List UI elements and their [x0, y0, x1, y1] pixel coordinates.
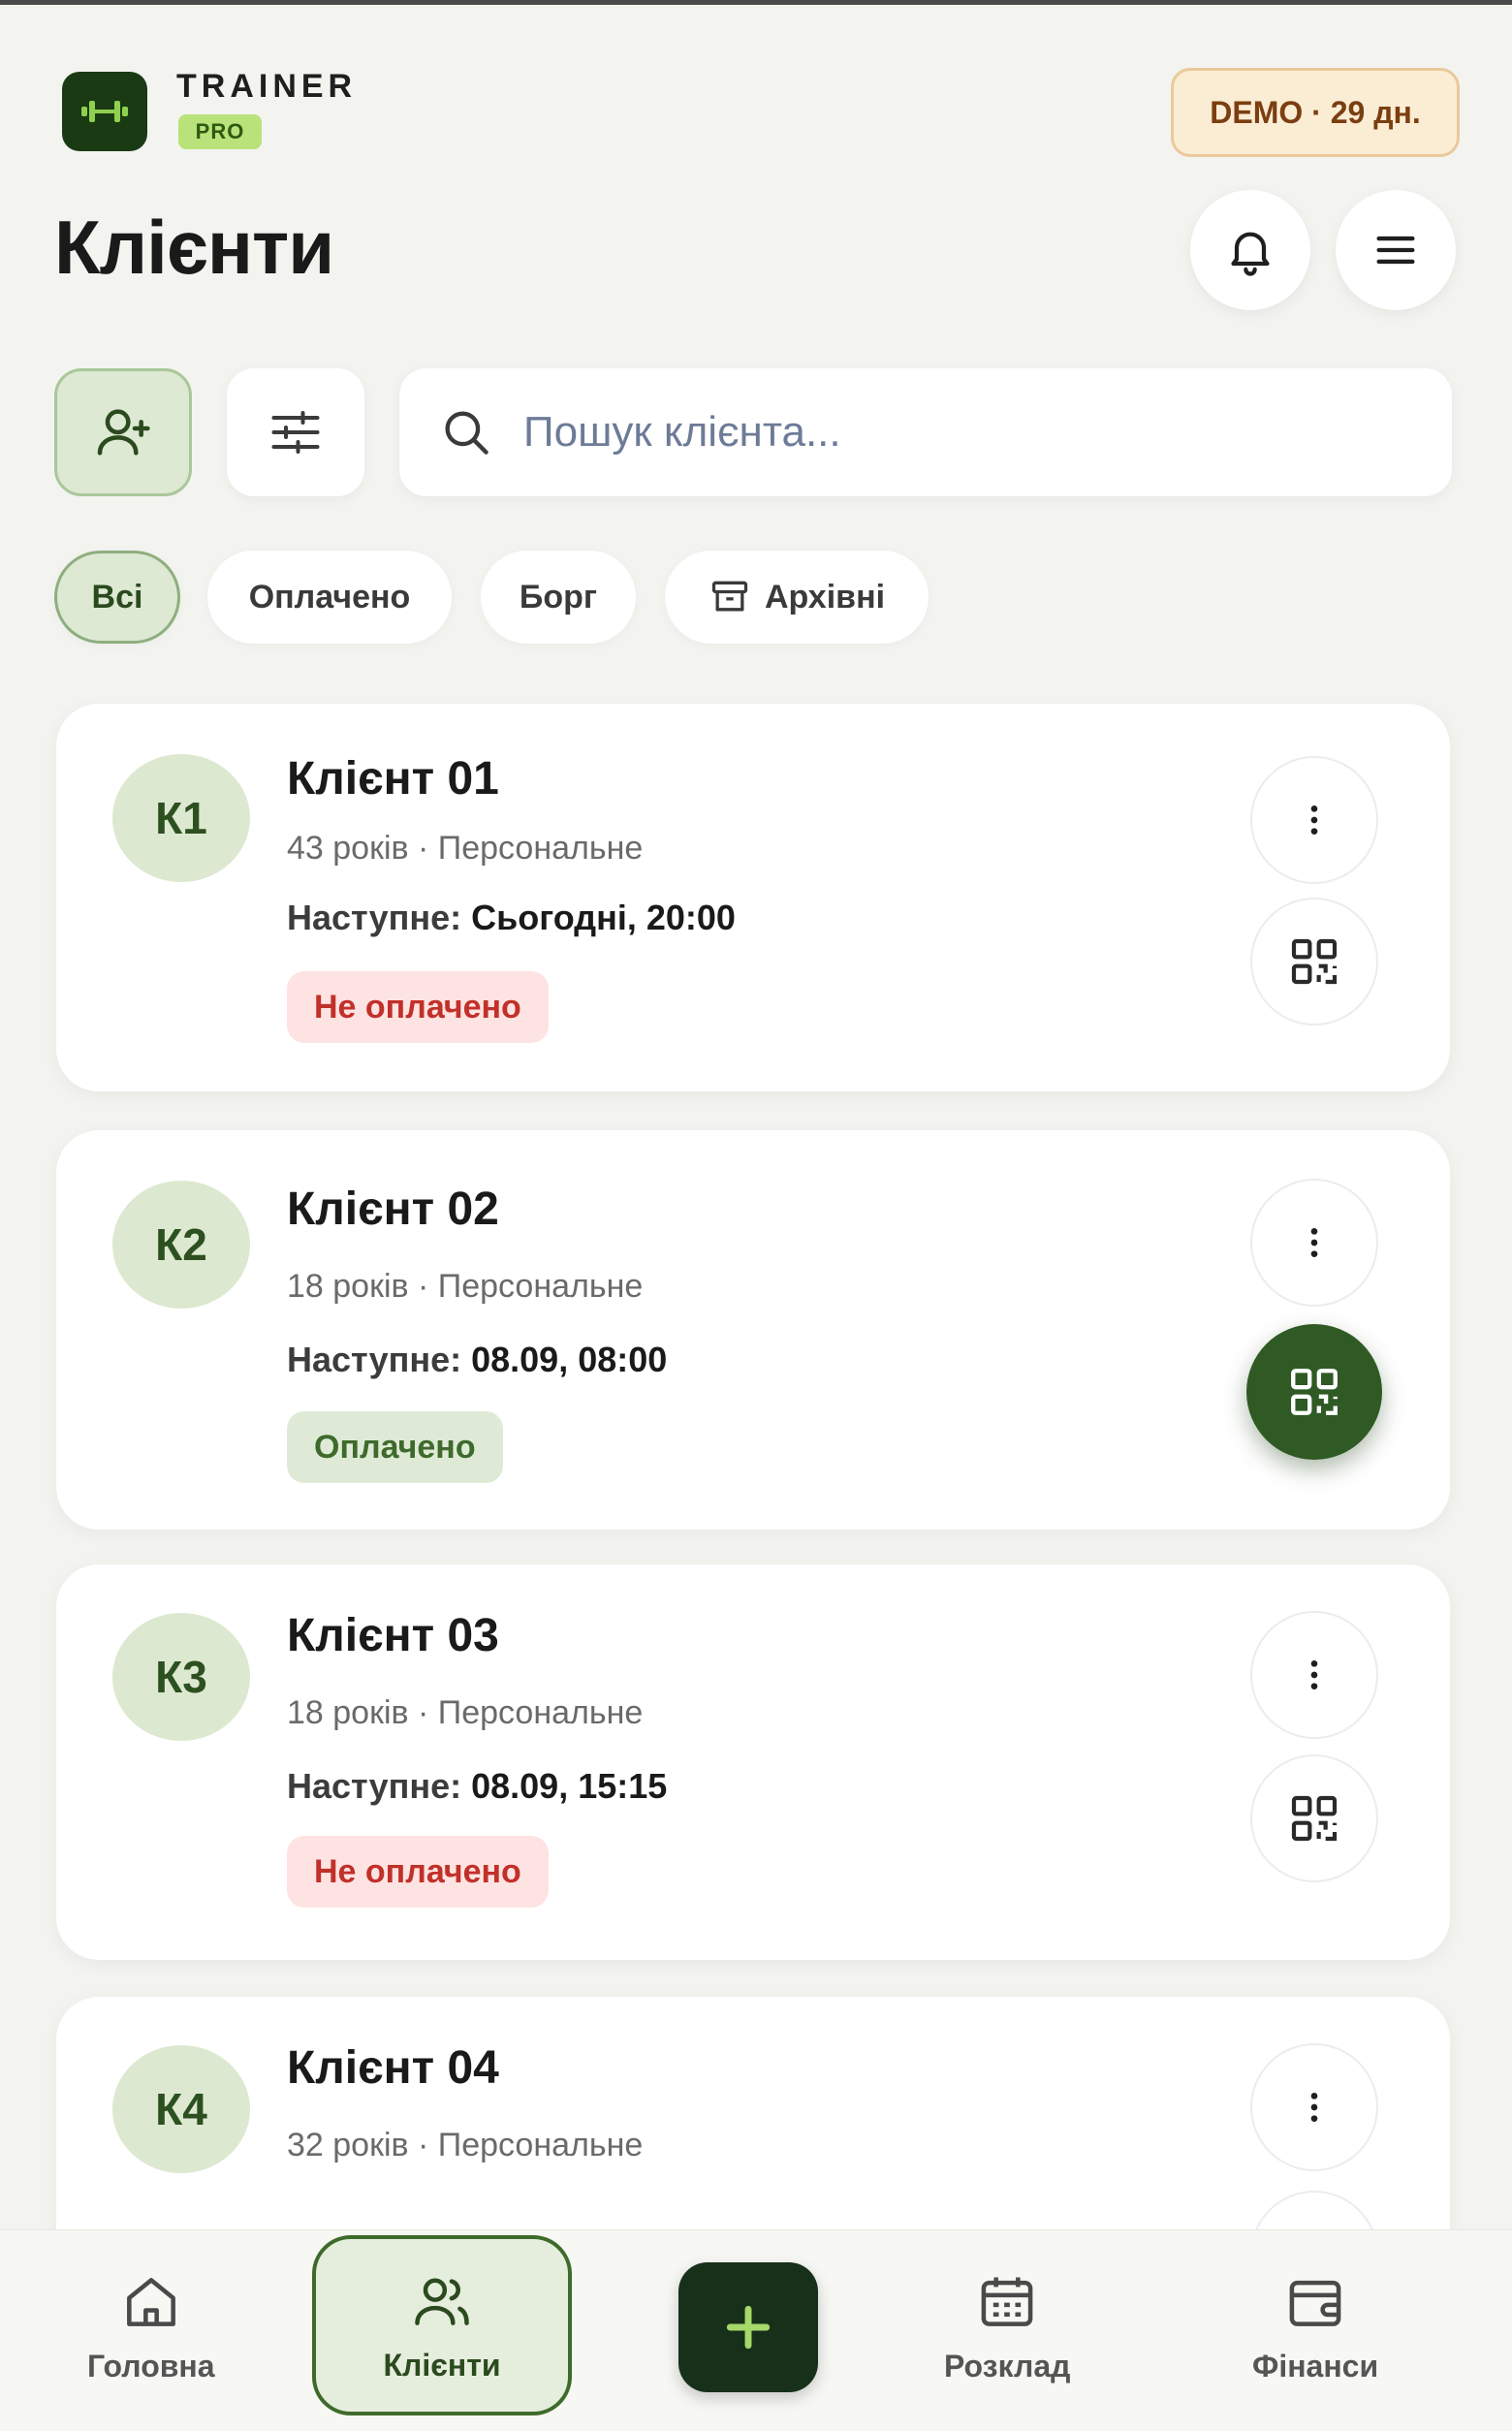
- demo-badge[interactable]: DEMO · 29 дн.: [1171, 68, 1460, 157]
- home-icon: [126, 2278, 175, 2326]
- search-bar[interactable]: [399, 368, 1452, 496]
- add-user-icon: [97, 409, 150, 456]
- add-client-button[interactable]: [54, 368, 192, 496]
- next-session: Наступне: 08.09, 08:00: [287, 1340, 667, 1380]
- next-session: Наступне: 08.09, 15:15: [287, 1766, 667, 1807]
- users-icon: [415, 2277, 469, 2325]
- client-subtitle: 18 років · Персональне: [287, 1268, 644, 1305]
- bell-icon: [1231, 232, 1270, 276]
- more-options-button[interactable]: [1250, 2043, 1378, 2171]
- nav-label: Фінанси: [1252, 2349, 1379, 2384]
- client-name: Клієнт 02: [287, 1184, 499, 1235]
- more-vertical-icon: [1310, 1228, 1318, 1257]
- next-session: Наступне: Сьогодні, 20:00: [287, 898, 736, 938]
- clients-screen: TRAINER PRO DEMO · 29 дн. Клієнти Пошук …: [0, 0, 1512, 2431]
- nav-item-schedule[interactable]: Розклад: [944, 2269, 1070, 2384]
- filter-chip-label: Оплачено: [248, 578, 411, 616]
- more-vertical-icon: [1310, 2093, 1318, 2122]
- qr-code-button[interactable]: [1246, 1324, 1382, 1460]
- client-name: Клієнт 03: [287, 1610, 499, 1661]
- client-subtitle: 18 років · Персональне: [287, 1694, 644, 1731]
- next-session-label: Наступне:: [287, 898, 462, 937]
- nav-item-home[interactable]: Головна: [87, 2269, 215, 2384]
- filter-chip-debt[interactable]: Борг: [481, 551, 636, 644]
- status-badge: Не оплачено: [287, 971, 549, 1043]
- qr-code-icon: [1291, 1795, 1338, 1842]
- pro-badge: PRO: [178, 114, 262, 149]
- more-vertical-icon: [1310, 805, 1318, 835]
- search-icon: [445, 411, 488, 455]
- notifications-button[interactable]: [1190, 190, 1310, 310]
- next-session-value: 08.09, 15:15: [471, 1766, 668, 1806]
- more-options-button[interactable]: [1250, 1611, 1378, 1739]
- next-session-label: Наступне:: [287, 1340, 462, 1379]
- plus-icon: [726, 2305, 771, 2350]
- avatar: К2: [112, 1181, 250, 1309]
- top-divider: [0, 0, 1512, 5]
- qr-code-icon: [1291, 1369, 1338, 1415]
- archive-icon: [711, 581, 748, 612]
- filter-chip-archived[interactable]: Архівні: [665, 551, 929, 644]
- nav-label: Головна: [87, 2349, 215, 2384]
- client-card[interactable]: К2 Клієнт 02 18 років · Персональне Наст…: [56, 1130, 1450, 1530]
- nav-item-clients[interactable]: Клієнти: [312, 2235, 572, 2415]
- nav-label: Розклад: [944, 2349, 1071, 2384]
- filter-chip-label: Борг: [519, 578, 598, 616]
- qr-code-button[interactable]: [1250, 1754, 1378, 1882]
- client-card[interactable]: К3 Клієнт 03 18 років · Персональне Наст…: [56, 1564, 1450, 1960]
- menu-button[interactable]: [1336, 190, 1456, 310]
- more-options-button[interactable]: [1250, 1179, 1378, 1307]
- nav-label: Клієнти: [383, 2347, 501, 2383]
- status-badge: Не оплачено: [287, 1836, 549, 1908]
- search-input[interactable]: [523, 408, 1396, 457]
- qr-code-button[interactable]: [1250, 898, 1378, 1026]
- next-session-value: 08.09, 08:00: [471, 1340, 668, 1379]
- client-name: Клієнт 04: [287, 2042, 499, 2094]
- client-subtitle: 43 років · Персональне: [287, 830, 644, 867]
- avatar: К1: [112, 754, 250, 882]
- filter-settings-button[interactable]: [227, 368, 364, 496]
- dumbbell-icon: [81, 101, 128, 122]
- calendar-icon: [981, 2277, 1033, 2326]
- next-session-label: Наступне:: [287, 1766, 462, 1806]
- filter-chip-label: Всі: [91, 578, 143, 616]
- filter-chip-label: Архівні: [764, 578, 886, 616]
- hamburger-icon: [1376, 236, 1415, 265]
- client-name: Клієнт 01: [287, 753, 499, 805]
- nav-item-finance[interactable]: Фінанси: [1252, 2269, 1378, 2384]
- more-vertical-icon: [1310, 1660, 1318, 1689]
- client-subtitle: 32 років · Персональне: [287, 2127, 644, 2163]
- more-options-button[interactable]: [1250, 756, 1378, 884]
- brand-name: TRAINER: [176, 68, 358, 105]
- sliders-icon: [271, 411, 320, 454]
- wallet-icon: [1289, 2280, 1341, 2326]
- filter-chip-paid[interactable]: Оплачено: [207, 551, 452, 644]
- avatar: К3: [112, 1613, 250, 1741]
- filter-chip-all[interactable]: Всі: [54, 551, 180, 644]
- next-session-value: Сьогодні, 20:00: [471, 898, 736, 937]
- avatar: К4: [112, 2045, 250, 2173]
- add-button[interactable]: [678, 2262, 818, 2392]
- app-logo: [62, 72, 147, 151]
- status-badge: Оплачено: [287, 1411, 503, 1483]
- client-card[interactable]: К1 Клієнт 01 43 років · Персональне Наст…: [56, 704, 1450, 1091]
- page-title: Клієнти: [54, 205, 334, 290]
- qr-code-icon: [1291, 938, 1338, 985]
